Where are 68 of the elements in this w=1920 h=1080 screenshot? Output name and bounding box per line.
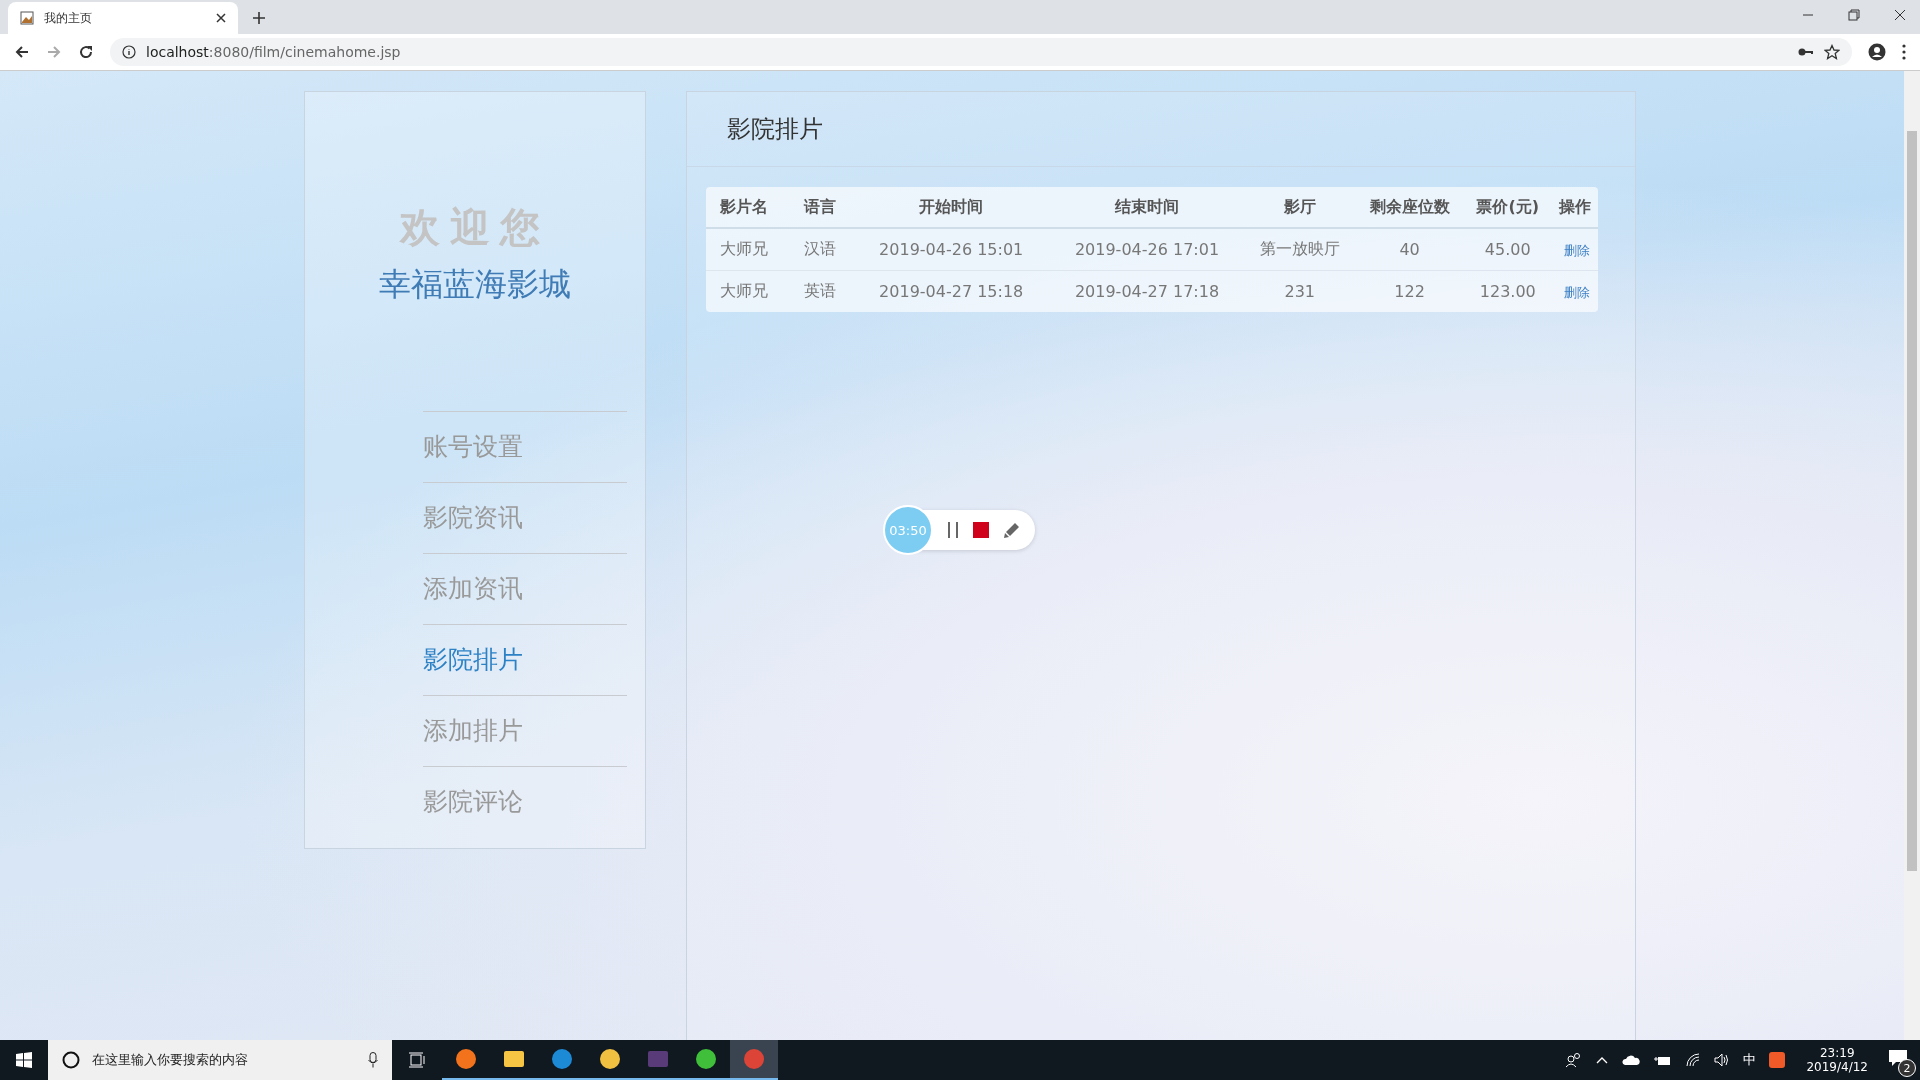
- timer-badge: 03:50: [883, 505, 933, 555]
- table-cell: 英语: [790, 270, 854, 312]
- picture-icon: [20, 11, 34, 25]
- table-cell: 2019-04-27 15:18: [853, 270, 1050, 312]
- table-cell: 第一放映厅: [1244, 228, 1355, 271]
- clock-date: 2019/4/12: [1806, 1060, 1868, 1074]
- star-icon[interactable]: [1824, 44, 1840, 60]
- search-field[interactable]: 在这里输入你要搜索的内容: [48, 1040, 392, 1080]
- pencil-icon[interactable]: [1003, 521, 1021, 539]
- account-icon[interactable]: [1868, 43, 1886, 61]
- column-header: 语言: [790, 187, 854, 228]
- column-header: 结束时间: [1049, 187, 1245, 228]
- input-method-indicator[interactable]: 中: [1743, 1051, 1757, 1069]
- table-cell: 45.00: [1464, 228, 1552, 271]
- plus-icon[interactable]: [252, 11, 266, 25]
- table-cell: 大师兄: [706, 270, 791, 312]
- menu-item[interactable]: 影院资讯: [423, 482, 627, 553]
- table-cell: 2019-04-26 17:01: [1049, 228, 1245, 271]
- table-cell: 231: [1244, 270, 1355, 312]
- cinema-name: 幸福蓝海影城: [379, 264, 571, 305]
- table-cell: 123.00: [1464, 270, 1552, 312]
- table-cell: 40: [1354, 228, 1465, 271]
- tab-title: 我的主页: [44, 9, 93, 27]
- browser-tab[interactable]: 我的主页: [8, 2, 238, 34]
- menu-item[interactable]: 影院排片: [423, 624, 627, 695]
- column-header: 剩余座位数: [1354, 187, 1465, 228]
- chevron-up-icon[interactable]: [1596, 1056, 1609, 1064]
- battery-icon[interactable]: [1654, 1054, 1673, 1066]
- key-icon[interactable]: [1798, 47, 1814, 57]
- table-cell: 大师兄: [706, 228, 791, 271]
- address-bar[interactable]: localhost:8080/film/cinemahome.jsp: [110, 38, 1852, 66]
- table-cell: 122: [1354, 270, 1465, 312]
- column-header: 操作: [1551, 187, 1598, 228]
- task-view-icon[interactable]: [408, 1052, 426, 1068]
- close-icon[interactable]: [216, 13, 226, 23]
- menu-item[interactable]: 影院评论: [423, 766, 627, 837]
- pause-icon[interactable]: [947, 522, 959, 538]
- table-cell: 2019-04-27 17:18: [1049, 270, 1245, 312]
- circle-icon: [62, 1051, 80, 1069]
- close-icon[interactable]: [1894, 9, 1906, 21]
- restore-icon[interactable]: [1848, 9, 1860, 21]
- info-icon: [122, 45, 136, 59]
- menu-item[interactable]: 添加排片: [423, 695, 627, 766]
- scrollbar[interactable]: [1904, 71, 1920, 1040]
- panel-title: 影院排片: [687, 92, 1635, 167]
- notification-badge: 2: [1898, 1059, 1916, 1077]
- table-cell: 汉语: [790, 228, 854, 271]
- cloud-icon[interactable]: [1622, 1054, 1641, 1066]
- column-header: 影厅: [1244, 187, 1355, 228]
- reload-icon[interactable]: [78, 44, 94, 60]
- clock[interactable]: 23:19 2019/4/12: [1806, 1046, 1868, 1074]
- menu-item[interactable]: 添加资讯: [423, 553, 627, 624]
- delete-link[interactable]: 删除: [1564, 242, 1590, 258]
- people-icon[interactable]: [1566, 1052, 1583, 1068]
- table-cell: 2019-04-26 15:01: [853, 228, 1050, 271]
- taskbar-app[interactable]: [730, 1040, 778, 1080]
- menu-item[interactable]: 账号设置: [423, 411, 627, 482]
- column-header: 票价(元): [1464, 187, 1552, 228]
- microphone-icon[interactable]: [368, 1052, 378, 1068]
- column-header: 开始时间: [853, 187, 1050, 228]
- speaker-icon[interactable]: [1714, 1053, 1731, 1067]
- delete-link[interactable]: 删除: [1564, 284, 1590, 300]
- more-icon[interactable]: [1902, 44, 1906, 60]
- windows-logo-icon[interactable]: [16, 1052, 32, 1068]
- clock-time: 23:19: [1819, 1046, 1855, 1060]
- back-arrow-icon[interactable]: [14, 44, 30, 60]
- wifi-icon[interactable]: [1686, 1053, 1701, 1067]
- column-header: 影片名: [706, 187, 791, 228]
